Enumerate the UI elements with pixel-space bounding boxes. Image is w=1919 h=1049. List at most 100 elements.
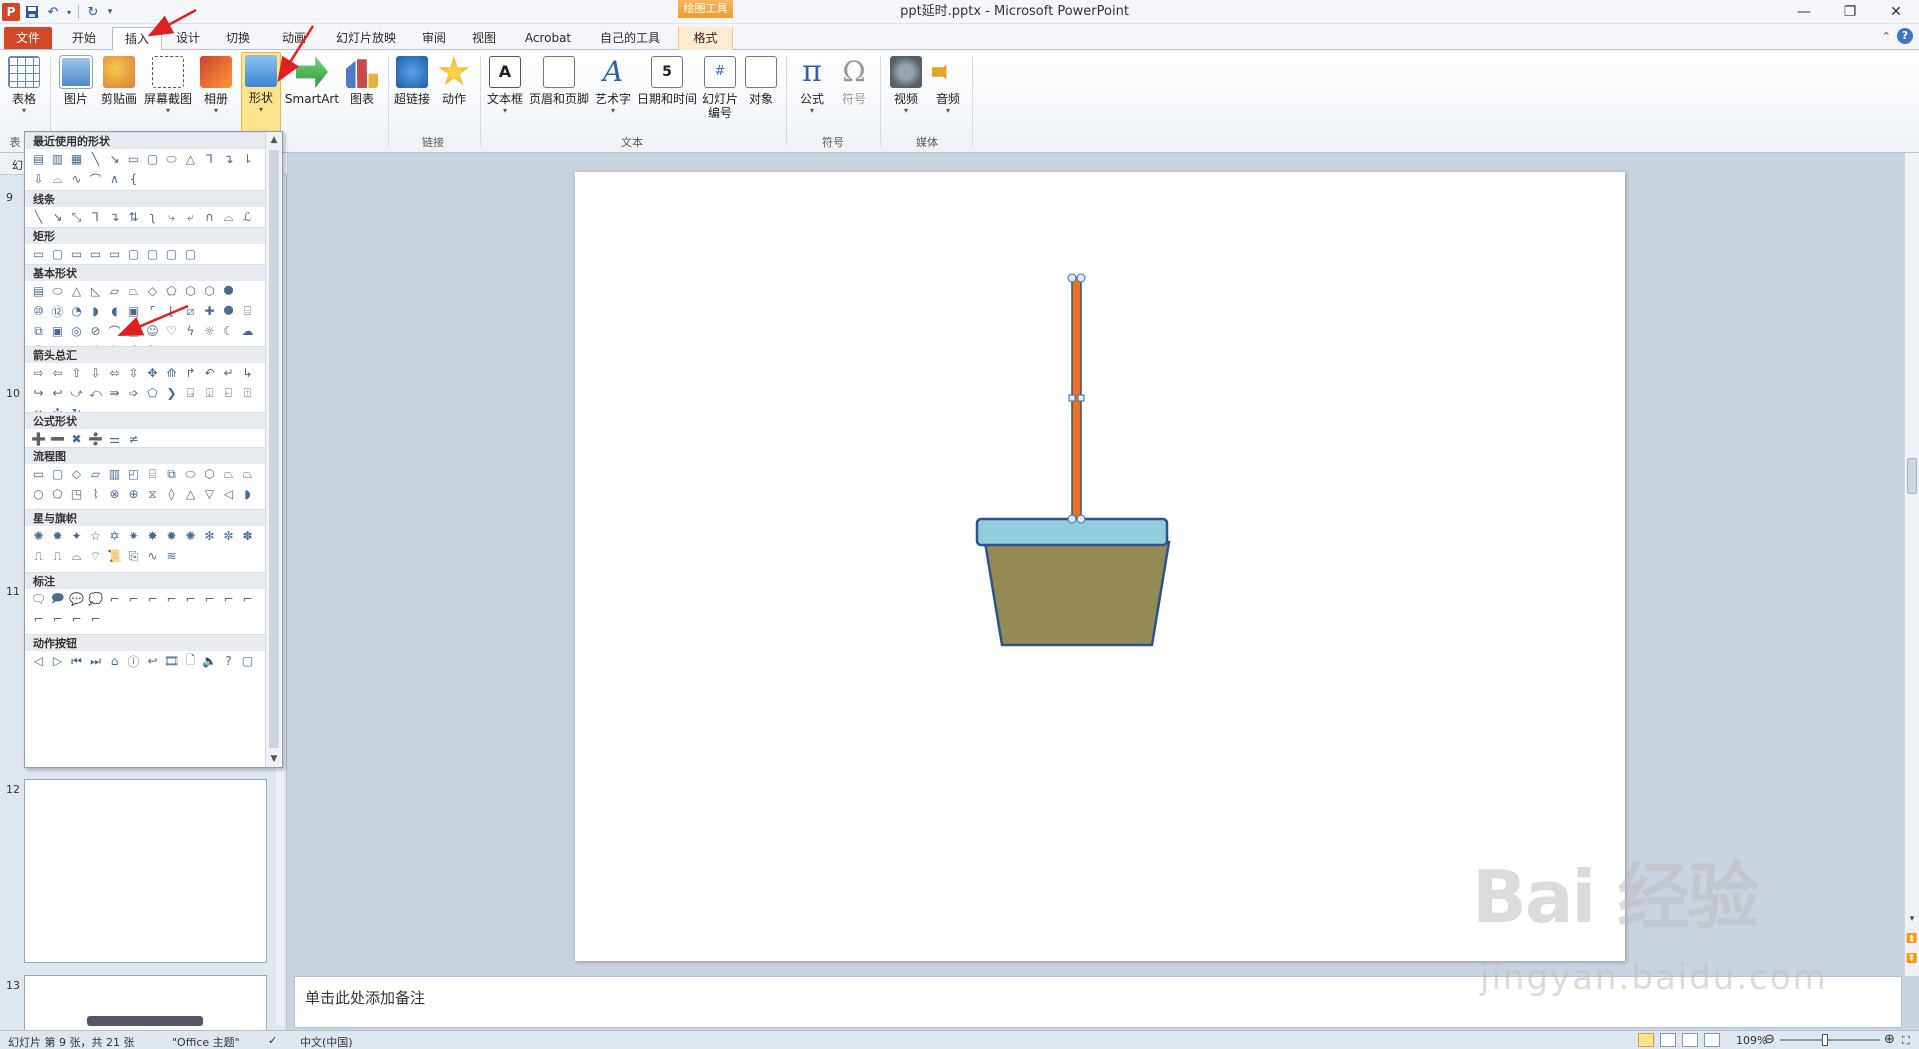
zoom-in-icon[interactable]: ⊕ [1884, 1032, 1895, 1047]
bevel-shape-icon[interactable]: ▣ [48, 322, 67, 340]
flowchart-data-shape-icon[interactable]: ▱ [86, 465, 105, 483]
action-info-button-icon[interactable]: ⓘ [124, 652, 143, 670]
heart-shape-icon[interactable]: ♡ [162, 322, 181, 340]
snip-rectangle-shape-icon[interactable]: ▭ [105, 245, 124, 263]
parallelogram-shape-icon[interactable]: ▱ [105, 282, 124, 300]
redo-icon[interactable]: ↻ [84, 3, 102, 21]
shapes-button[interactable]: 形状 ▾ [241, 52, 281, 138]
flowchart-process-shape-icon[interactable]: ▭ [29, 465, 48, 483]
line-callout-accent-3-shape-icon[interactable]: ⌐ [200, 590, 219, 608]
action-movie-button-icon[interactable]: 🎞 [162, 652, 181, 670]
quad-arrow-shape-icon[interactable]: ✥ [143, 364, 162, 382]
customize-qat-icon[interactable]: ▾ [105, 3, 115, 21]
star-5-shape-icon[interactable]: ☆ [86, 527, 105, 545]
hexagon-shape-icon[interactable]: ⬡ [181, 282, 200, 300]
curved-down-ribbon-shape-icon[interactable]: ⌔ [86, 547, 105, 565]
tab-transitions[interactable]: 切换 [216, 27, 260, 50]
plaque-shape-icon[interactable]: ⯃ [219, 302, 238, 320]
help-icon[interactable]: ? [1897, 28, 1913, 44]
header-footer-button[interactable]: 页眉和页脚 [528, 54, 590, 126]
scroll-thumb[interactable] [1907, 458, 1917, 494]
no-symbol-shape-icon[interactable]: ⊘ [86, 322, 105, 340]
bent-up-arrow-shape-icon[interactable]: ↳ [238, 364, 257, 382]
smartart-button[interactable]: SmartArt [284, 54, 340, 126]
flowchart-shape-icon[interactable]: ⌓ [48, 170, 67, 188]
tab-slides[interactable]: 幻 [12, 157, 23, 173]
restore-icon[interactable]: ❐ [1827, 0, 1873, 24]
slide-thumbnail[interactable] [24, 975, 267, 1035]
table-button[interactable]: 表格 ▾ [4, 54, 44, 126]
gallery-scrollbar[interactable]: ▲ ▼ [265, 132, 282, 767]
line-callout-border-3-shape-icon[interactable]: ⌐ [29, 610, 48, 628]
donut-shape-icon[interactable]: ◎ [67, 322, 86, 340]
cloud-callout-shape-icon[interactable]: 💭 [86, 590, 105, 608]
explosion-2-shape-icon[interactable]: ✹ [48, 527, 67, 545]
curved-down-arrow-shape-icon[interactable]: ⤺ [86, 384, 105, 402]
elbow-double-arrow-shape-icon[interactable]: ⇂ [238, 150, 257, 168]
line-callout-accent-border-shape-icon[interactable]: ⌐ [48, 610, 67, 628]
wordart-button[interactable]: A 艺术字 ▾ [592, 54, 634, 126]
action-home-button-icon[interactable]: ⌂ [105, 652, 124, 670]
scroll-down-icon[interactable]: ▼ [266, 751, 282, 767]
teardrop-shape-icon[interactable]: ◖ [105, 302, 124, 320]
round-rectangle-shape-icon[interactable]: ▢ [143, 245, 162, 263]
rectangular-callout-shape-icon[interactable]: 🗨 [29, 590, 48, 608]
scroll-up-icon[interactable]: ▲ [266, 132, 282, 148]
flowchart-terminator-shape-icon[interactable]: ⬭ [181, 465, 200, 483]
flowchart-or-shape-icon[interactable]: ⊕ [124, 485, 143, 503]
slide-number-button[interactable]: # 幻灯片 编号 [700, 54, 740, 126]
tab-home[interactable]: 开始 [60, 27, 108, 50]
left-right-arrow-shape-icon[interactable]: ⬄ [105, 364, 124, 382]
down-arrow-callout-shape-icon[interactable]: ⍗ [200, 384, 219, 402]
triangle-shape-icon[interactable]: △ [181, 150, 200, 168]
symbol-button[interactable]: Ω 符号 [834, 54, 874, 126]
snip-round-rectangle-shape-icon[interactable]: ▢ [124, 245, 143, 263]
slide-thumbnail[interactable] [24, 779, 267, 963]
textbox-shape-icon[interactable]: ▦ [67, 150, 86, 168]
round-rectangle-shape-icon[interactable]: ▢ [162, 245, 181, 263]
line-callout-accent-border-2-shape-icon[interactable]: ⌐ [67, 610, 86, 628]
down-arrow-shape-icon[interactable]: ⇩ [86, 364, 105, 382]
notched-right-arrow-shape-icon[interactable]: ➩ [124, 384, 143, 402]
up-arrow-callout-shape-icon[interactable]: ⍐ [238, 384, 257, 402]
object-button[interactable]: 对象 [742, 54, 780, 126]
chord-shape-icon[interactable]: ◗ [86, 302, 105, 320]
striped-right-arrow-shape-icon[interactable]: ⇛ [105, 384, 124, 402]
right-triangle-shape-icon[interactable]: ◺ [86, 282, 105, 300]
wave-shape-icon[interactable]: ∿ [143, 547, 162, 565]
rectangle-shape-icon[interactable]: ▭ [124, 150, 143, 168]
down-arrow-shape-icon[interactable]: ⇩ [29, 170, 48, 188]
star-4-shape-icon[interactable]: ✦ [67, 527, 86, 545]
textbox-shape-icon[interactable]: ▤ [29, 282, 48, 300]
fit-to-window-icon[interactable]: ⛶ [1902, 1034, 1910, 1048]
action-custom-button-icon[interactable]: ▢ [238, 652, 257, 670]
action-beginning-button-icon[interactable]: ⏮ [67, 652, 86, 670]
freeform-shape-icon[interactable]: ∧ [105, 170, 124, 188]
line-callout-border-shape-icon[interactable]: ⌐ [219, 590, 238, 608]
flowchart-manual-input-shape-icon[interactable]: ⏢ [219, 465, 238, 483]
curve-shape-icon[interactable]: ∿ [67, 170, 86, 188]
line-callout-border-2-shape-icon[interactable]: ⌐ [238, 590, 257, 608]
next-slide-icon[interactable]: ⏬ [1906, 953, 1918, 965]
elbow-connector-shape-icon[interactable]: ⅂ [86, 208, 105, 226]
not-equal-shape-icon[interactable]: ≠ [124, 430, 143, 448]
spellcheck-icon[interactable]: ✓ [268, 1034, 277, 1047]
heptagon-shape-icon[interactable]: ⬡ [200, 282, 219, 300]
flowchart-preparation-shape-icon[interactable]: ⬡ [200, 465, 219, 483]
zoom-slider[interactable] [1780, 1034, 1880, 1046]
textbox-button[interactable]: A 文本框 ▾ [484, 54, 526, 126]
flowchart-extract-shape-icon[interactable]: △ [181, 485, 200, 503]
horizontal-scroll-shape-icon[interactable]: ⎘ [124, 547, 143, 565]
theme-status[interactable]: "Office 主题" [172, 1034, 240, 1049]
down-ribbon-shape-icon[interactable]: ⎍ [48, 547, 67, 565]
star-6-shape-icon[interactable]: ✡ [105, 527, 124, 545]
pentagon-arrow-shape-icon[interactable]: ⬠ [143, 384, 162, 402]
curved-arrow-shape-icon[interactable]: ⤷ [162, 208, 181, 226]
rectangle-shape-icon[interactable]: ▭ [29, 245, 48, 263]
curved-double-arrow-shape-icon[interactable]: ⤶ [181, 208, 200, 226]
line-callout-2-shape-icon[interactable]: ⌐ [124, 590, 143, 608]
star-24-shape-icon[interactable]: ✼ [219, 527, 238, 545]
flowchart-summing-junction-shape-icon[interactable]: ⊗ [105, 485, 124, 503]
elbow-double-arrow-shape-icon[interactable]: ⇅ [124, 208, 143, 226]
diamond-shape-icon[interactable]: ◇ [143, 282, 162, 300]
